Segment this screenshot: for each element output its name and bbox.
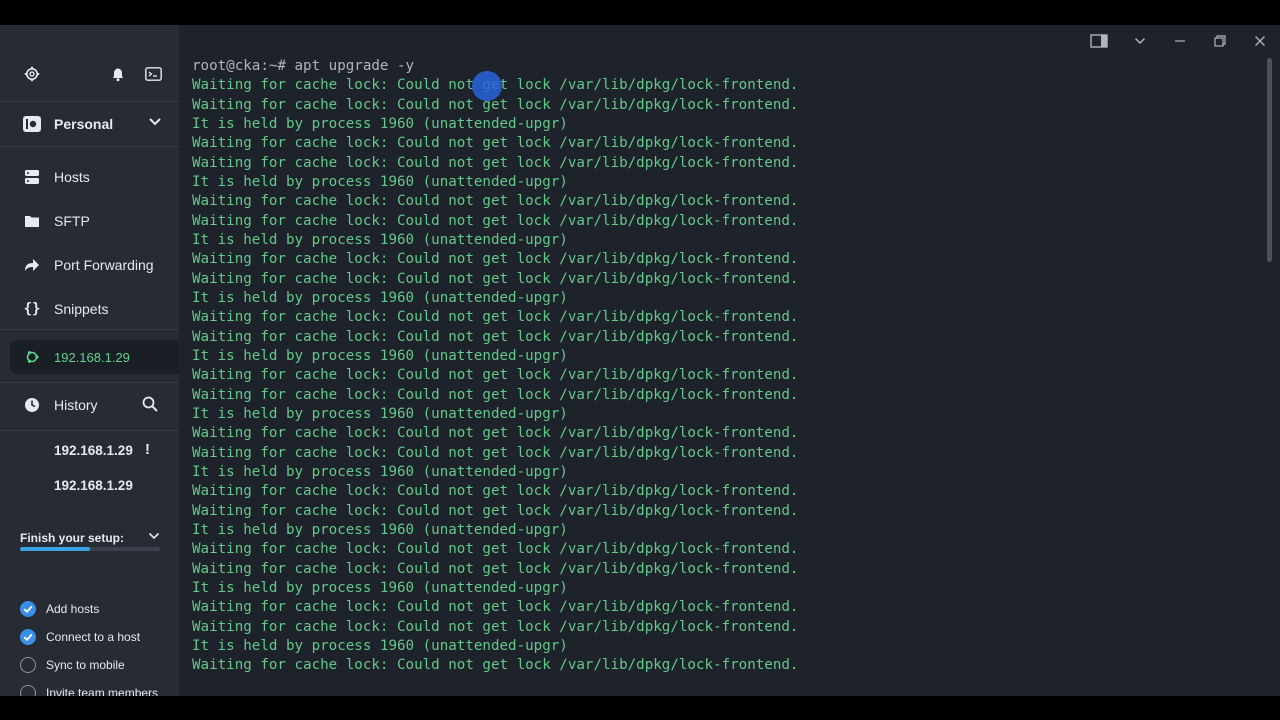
setup-item-label[interactable]: Add hosts xyxy=(46,602,99,616)
mouse-cursor-highlight xyxy=(472,71,502,101)
search-icon[interactable] xyxy=(142,396,158,412)
chevron-down-icon[interactable] xyxy=(1128,33,1152,49)
vault-selector[interactable]: Personal xyxy=(0,102,179,147)
terminal-output-line: It is held by process 1960 (unattended-u… xyxy=(192,637,568,654)
terminal-output-line: It is held by process 1960 (unattended-u… xyxy=(192,173,568,190)
check-icon[interactable] xyxy=(20,629,36,645)
sidebar-item-session[interactable]: 192.168.1.29 xyxy=(10,340,179,374)
terminal-output-line: It is held by process 1960 (unattended-u… xyxy=(192,115,568,132)
setup-checklist: Finish your setup: Add hosts Connect to … xyxy=(0,515,179,696)
terminal-output-line: It is held by process 1960 (unattended-u… xyxy=(192,579,568,596)
split-view-icon[interactable] xyxy=(1087,33,1111,49)
setup-title: Finish your setup: xyxy=(20,531,125,545)
terminal-output-line: Waiting for cache lock: Could not get lo… xyxy=(192,309,799,326)
terminal-pane[interactable]: root@cka:~# apt upgrade -y Waiting for ca… xyxy=(179,25,1280,696)
gear-icon[interactable] xyxy=(21,63,43,85)
setup-progress-fill xyxy=(20,547,90,551)
terminal-icon[interactable] xyxy=(142,63,164,85)
terminal-output-line: Waiting for cache lock: Could not get lo… xyxy=(192,599,799,616)
terminal-output-line: It is held by process 1960 (unattended-u… xyxy=(192,347,568,364)
terminal-output-line: Waiting for cache lock: Could not get lo… xyxy=(192,386,799,403)
command-text: apt upgrade -y xyxy=(294,58,415,74)
terminal-output-line: Waiting for cache lock: Could not get lo… xyxy=(192,193,799,210)
check-icon[interactable] xyxy=(20,657,36,673)
sidebar-item-port-forwarding[interactable]: Port Forwarding xyxy=(10,248,179,282)
sidebar-item-label: History xyxy=(54,397,98,413)
terminal-output-line: Waiting for cache lock: Could not get lo… xyxy=(192,367,799,384)
sidebar-toolbar xyxy=(0,25,179,102)
terminal-output-line: It is held by process 1960 (unattended-u… xyxy=(192,289,568,306)
terminal-output-line: Waiting for cache lock: Could not get lo… xyxy=(192,328,799,345)
folder-icon xyxy=(22,211,42,231)
sidebar-item-label: 192.168.1.29 xyxy=(54,349,130,365)
terminal-output-line: Waiting for cache lock: Could not get lo… xyxy=(192,657,799,674)
terminal-output-line: It is held by process 1960 (unattended-u… xyxy=(192,231,568,248)
terminal-output-line: Waiting for cache lock: Could not get lo… xyxy=(192,425,799,442)
check-icon[interactable] xyxy=(20,601,36,617)
history-item[interactable]: 192.168.1.29 xyxy=(54,443,133,458)
terminal-output-line: Waiting for cache lock: Could not get lo… xyxy=(192,135,799,152)
forward-arrow-icon xyxy=(22,255,42,275)
terminal-output-line: Waiting for cache lock: Could not get lo… xyxy=(192,251,799,268)
scrollbar[interactable] xyxy=(1267,58,1272,262)
divider xyxy=(0,382,179,383)
terminal-output-line: Waiting for cache lock: Could not get lo… xyxy=(192,154,799,171)
terminal-output-line: Waiting for cache lock: Could not get lo… xyxy=(192,212,799,229)
restore-icon[interactable] xyxy=(1208,33,1232,49)
clock-icon xyxy=(22,395,42,415)
sidebar-item-label: Port Forwarding xyxy=(54,257,154,273)
terminal-output-line: Waiting for cache lock: Could not get lo… xyxy=(192,483,799,500)
chevron-down-icon[interactable] xyxy=(148,531,160,541)
sidebar: Personal Hosts SFTP Port Forwarding {} S… xyxy=(0,25,179,696)
terminal-output-line: It is held by process 1960 (unattended-u… xyxy=(192,463,568,480)
hosts-icon xyxy=(22,167,42,187)
sidebar-item-label: Hosts xyxy=(54,169,90,185)
setup-item-label[interactable]: Connect to a host xyxy=(46,630,140,644)
terminal-output-line: Waiting for cache lock: Could not get lo… xyxy=(192,618,799,635)
terminal-output-line: Waiting for cache lock: Could not get lo… xyxy=(192,502,799,519)
terminal-output[interactable]: root@cka:~# apt upgrade -y Waiting for ca… xyxy=(192,57,798,676)
minimize-icon[interactable] xyxy=(1168,33,1192,49)
divider xyxy=(0,430,179,431)
setup-item-label[interactable]: Sync to mobile xyxy=(46,658,125,672)
terminal-output-line: Waiting for cache lock: Could not get lo… xyxy=(192,96,799,113)
check-icon[interactable] xyxy=(20,685,36,696)
close-icon[interactable] xyxy=(1248,33,1272,49)
shell-prompt: root@cka:~# xyxy=(192,58,295,74)
setup-progress-bar xyxy=(20,547,160,551)
sidebar-item-snippets[interactable]: {} Snippets xyxy=(10,292,179,326)
app-window: Personal Hosts SFTP Port Forwarding {} S… xyxy=(0,25,1280,696)
braces-icon: {} xyxy=(23,301,41,317)
terminal-output-line: It is held by process 1960 (unattended-u… xyxy=(192,405,568,422)
sidebar-item-sftp[interactable]: SFTP xyxy=(10,204,179,238)
bell-icon[interactable] xyxy=(107,63,129,85)
sidebar-item-label: SFTP xyxy=(54,213,90,229)
terminal-output-line: It is held by process 1960 (unattended-u… xyxy=(192,521,568,538)
setup-item-label[interactable]: Invite team members xyxy=(46,686,158,696)
terminal-output-line: Waiting for cache lock: Could not get lo… xyxy=(192,444,799,461)
ubuntu-icon xyxy=(22,347,42,367)
terminal-output-line: Waiting for cache lock: Could not get lo… xyxy=(192,541,799,558)
sidebar-item-history[interactable]: History xyxy=(10,388,179,422)
history-item[interactable]: 192.168.1.29 xyxy=(54,478,133,493)
warning-badge: ! xyxy=(145,441,150,458)
sidebar-item-hosts[interactable]: Hosts xyxy=(10,160,179,194)
chevron-down-icon xyxy=(148,117,162,127)
terminal-output-line: Waiting for cache lock: Could not get lo… xyxy=(192,560,799,577)
sidebar-item-label: Snippets xyxy=(54,301,109,317)
divider xyxy=(0,329,179,330)
terminal-output-line: Waiting for cache lock: Could not get lo… xyxy=(192,270,799,287)
vault-name: Personal xyxy=(54,116,114,132)
vault-icon xyxy=(22,115,42,133)
